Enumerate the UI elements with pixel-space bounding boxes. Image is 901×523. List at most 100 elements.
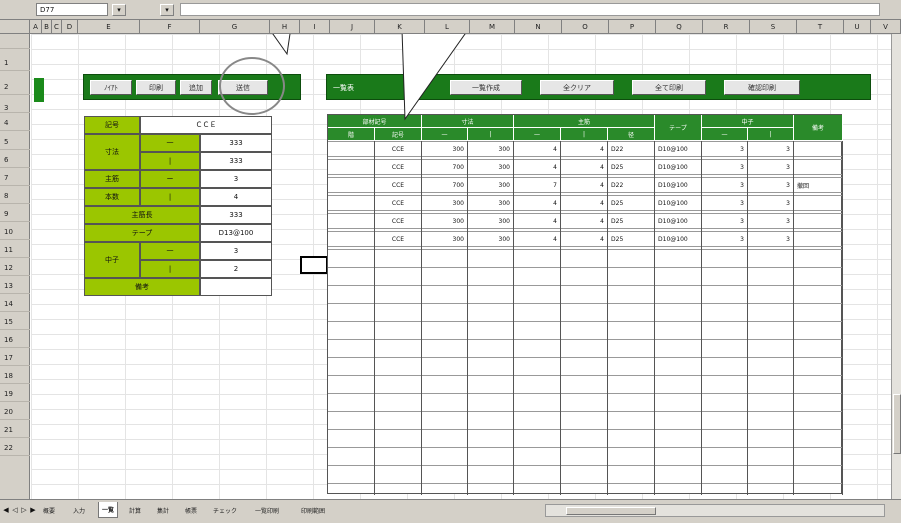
table-cell[interactable]: D22 xyxy=(608,143,655,157)
next-sheet-icon[interactable]: ▷ xyxy=(20,505,28,515)
name-box-dropdown-button[interactable]: ▾ xyxy=(112,4,126,16)
table-cell[interactable]: 3 xyxy=(748,233,794,247)
main-length-field[interactable]: 333 xyxy=(200,206,272,224)
table-cell[interactable]: 300 xyxy=(468,179,514,193)
vertical-scroll-thumb[interactable] xyxy=(893,394,901,454)
function-dropdown-button[interactable]: ▾ xyxy=(160,4,174,16)
row-header[interactable]: 10 xyxy=(0,225,30,240)
column-header[interactable]: U xyxy=(844,20,871,34)
column-header[interactable]: Q xyxy=(656,20,703,34)
row-header[interactable]: 16 xyxy=(0,333,30,348)
add-button[interactable]: 追加 xyxy=(180,80,212,95)
row-header[interactable]: 5 xyxy=(0,135,30,150)
table-cell[interactable]: 3 xyxy=(702,179,748,193)
column-header[interactable]: H xyxy=(270,20,300,34)
table-cell[interactable]: 4 xyxy=(514,161,561,175)
prev-sheet-icon[interactable]: ◁ xyxy=(11,505,19,515)
row-header[interactable]: 6 xyxy=(0,153,30,168)
table-cell[interactable] xyxy=(328,143,375,157)
table-cell[interactable]: 4 xyxy=(561,197,608,211)
table-cell[interactable]: 3 xyxy=(748,215,794,229)
row-header[interactable]: 19 xyxy=(0,387,30,402)
name-box[interactable]: D77 xyxy=(36,3,108,16)
table-cell[interactable]: CCE xyxy=(375,233,422,247)
column-header[interactable]: E xyxy=(78,20,140,34)
column-header[interactable]: N xyxy=(515,20,562,34)
table-cell[interactable]: 3 xyxy=(748,197,794,211)
active-cell[interactable] xyxy=(300,256,328,274)
sheet-tab[interactable]: 印刷範囲 xyxy=(298,502,328,518)
sheet-grid[interactable]: ﾉｲｱﾄ 印刷 追加 送信 記号 ＣＣＥ 寸法 一 | 333 333 主筋 本… xyxy=(31,34,901,499)
table-cell[interactable]: D10@100 xyxy=(655,179,702,193)
column-header[interactable]: C xyxy=(52,20,62,34)
table-cell[interactable]: 300 xyxy=(422,197,468,211)
table-cell[interactable]: 4 xyxy=(561,215,608,229)
column-header[interactable]: V xyxy=(871,20,901,34)
column-header[interactable]: R xyxy=(703,20,750,34)
sheet-tab[interactable]: 集計 xyxy=(154,502,172,518)
table-cell[interactable]: 3 xyxy=(748,161,794,175)
vertical-scrollbar[interactable] xyxy=(891,34,901,499)
column-header[interactable]: P xyxy=(609,20,656,34)
table-cell[interactable]: 4 xyxy=(561,179,608,193)
table-cell[interactable]: 3 xyxy=(748,143,794,157)
table-cell[interactable]: 4 xyxy=(561,143,608,157)
table-cell[interactable]: D25 xyxy=(608,161,655,175)
table-cell[interactable]: 撤回 xyxy=(794,179,843,193)
table-cell[interactable]: 3 xyxy=(702,161,748,175)
row-header[interactable]: 13 xyxy=(0,279,30,294)
table-cell[interactable] xyxy=(328,179,375,193)
table-cell[interactable]: D10@100 xyxy=(655,161,702,175)
row-header[interactable]: 15 xyxy=(0,315,30,330)
main-b-field[interactable]: 4 xyxy=(200,188,272,206)
table-cell[interactable] xyxy=(328,215,375,229)
clear-all-button[interactable]: 全クリア xyxy=(540,80,614,95)
table-cell[interactable]: 300 xyxy=(468,197,514,211)
column-header[interactable]: K xyxy=(375,20,425,34)
row-header[interactable]: 1 xyxy=(0,56,30,71)
column-header[interactable]: O xyxy=(562,20,609,34)
sheet-tab[interactable]: チェック xyxy=(210,502,240,518)
table-cell[interactable]: 700 xyxy=(422,179,468,193)
table-cell[interactable]: D25 xyxy=(608,197,655,211)
column-header[interactable]: S xyxy=(750,20,797,34)
table-cell[interactable]: 3 xyxy=(748,179,794,193)
table-cell[interactable]: CCE xyxy=(375,143,422,157)
table-cell[interactable] xyxy=(328,233,375,247)
table-cell[interactable]: CCE xyxy=(375,179,422,193)
table-cell[interactable]: D25 xyxy=(608,215,655,229)
column-header[interactable]: D xyxy=(62,20,78,34)
row-header[interactable]: 22 xyxy=(0,441,30,456)
table-cell[interactable]: D10@100 xyxy=(655,197,702,211)
table-cell[interactable]: D10@100 xyxy=(655,233,702,247)
row-header[interactable]: 21 xyxy=(0,423,30,438)
table-cell[interactable] xyxy=(328,161,375,175)
horizontal-scrollbar[interactable] xyxy=(545,504,885,517)
column-header[interactable]: L xyxy=(425,20,470,34)
column-header[interactable]: T xyxy=(797,20,844,34)
horizontal-scroll-thumb[interactable] xyxy=(566,507,656,515)
table-cell[interactable]: 300 xyxy=(468,143,514,157)
row-header[interactable]: 20 xyxy=(0,405,30,420)
size-b-field[interactable]: 333 xyxy=(200,152,272,170)
table-cell[interactable]: 4 xyxy=(561,233,608,247)
table-cell[interactable]: D10@100 xyxy=(655,143,702,157)
column-header[interactable]: A xyxy=(30,20,42,34)
sheet-tab[interactable]: 一覧印刷 xyxy=(252,502,282,518)
table-cell[interactable]: 3 xyxy=(702,143,748,157)
column-header[interactable]: F xyxy=(140,20,200,34)
sheet-tab[interactable]: 計算 xyxy=(126,502,144,518)
table-cell[interactable]: 300 xyxy=(422,215,468,229)
table-cell[interactable]: 3 xyxy=(702,197,748,211)
main-a-field[interactable]: 3 xyxy=(200,170,272,188)
column-header[interactable]: M xyxy=(470,20,515,34)
table-cell[interactable] xyxy=(794,233,843,247)
row-header[interactable]: 2 xyxy=(0,80,30,95)
table-cell[interactable] xyxy=(794,161,843,175)
row-header[interactable]: 14 xyxy=(0,297,30,312)
table-cell[interactable]: 300 xyxy=(468,215,514,229)
row-header[interactable]: 11 xyxy=(0,243,30,258)
table-cell[interactable] xyxy=(794,143,843,157)
table-cell[interactable]: D10@100 xyxy=(655,215,702,229)
table-cell[interactable]: D22 xyxy=(608,179,655,193)
